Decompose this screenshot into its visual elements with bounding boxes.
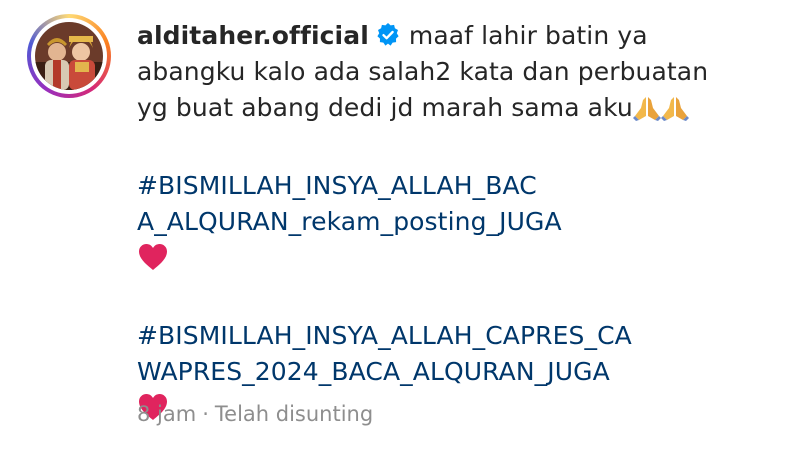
hashtag-link[interactable]: #BISMILLAH_INSYA_ALLAH_BAC (137, 168, 787, 204)
red-heart-icon (137, 242, 169, 282)
story-ring[interactable] (27, 14, 111, 98)
hashtag-link[interactable]: #BISMILLAH_INSYA_ALLAH_CAPRES_CA (137, 318, 787, 354)
verified-badge-icon (375, 22, 401, 48)
edited-label: Telah disunting (214, 402, 374, 426)
folded-hands-icon (632, 94, 661, 132)
comment-text: maaf lahir batin ya (408, 21, 648, 50)
avatar-border (31, 18, 107, 94)
hashtag-link[interactable]: A_ALQURAN_rekam_posting_JUGA (137, 204, 787, 240)
comment: alditaher.official maaf lahir batin ya ab… (0, 0, 800, 475)
comment-line-1: alditaher.official maaf lahir batin ya (137, 18, 787, 54)
heart-line (137, 240, 787, 276)
hashtag-link[interactable]: WAPRES_2024_BACA_ALQURAN_JUGA (137, 354, 787, 390)
username[interactable]: alditaher.official (137, 21, 369, 50)
comment-line-3: yg buat abang dedi jd marah sama aku (137, 90, 787, 126)
avatar[interactable] (35, 22, 103, 90)
separator: · (202, 402, 209, 426)
comment-line-2: abangku kalo ada salah2 kata dan perbuat… (137, 57, 709, 86)
folded-hands-icon (660, 94, 689, 132)
comment-text: yg buat abang dedi jd marah sama aku (137, 93, 633, 122)
avatar-image (35, 22, 103, 90)
timestamp[interactable]: 8 jam (137, 402, 196, 426)
comment-body: alditaher.official maaf lahir batin ya ab… (137, 18, 787, 426)
comment-meta: 8 jam · Telah disunting (137, 402, 373, 426)
